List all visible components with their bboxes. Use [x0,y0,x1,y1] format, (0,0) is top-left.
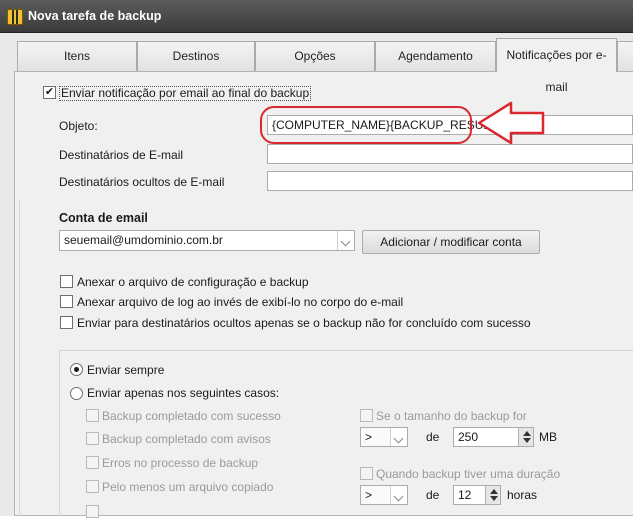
annotation-oval [260,106,472,144]
window-title: Nova tarefa de backup [28,9,162,23]
spin-up-icon[interactable] [523,431,531,436]
case-errors-label: Erros no processo de backup [102,456,259,470]
notify-label: Enviar notificação por email ao final do… [59,86,312,101]
case-warnings-label: Backup completado com avisos [102,432,271,446]
duration-operator-select[interactable]: > [360,485,408,505]
tab-notificacoes[interactable]: Notificações por e-mail [496,38,617,94]
send-always-label: Enviar sempre [87,363,165,377]
annotation-arrow-icon [477,101,545,145]
bcc-on-failure-checkbox[interactable] [60,316,73,329]
add-account-button[interactable]: Adicionar / modificar conta [362,230,540,254]
attach-log-label: Anexar arquivo de log ao invés de exibí-… [77,295,404,309]
tab-agendamento[interactable]: Agendamento [375,41,496,71]
tab-opcoes[interactable]: Opções [255,41,375,71]
size-value: 250 [458,430,479,444]
app-icon [7,9,23,25]
case-copied-checkbox[interactable] [86,480,99,493]
chevron-down-icon[interactable] [390,428,407,446]
chevron-down-icon[interactable] [337,231,354,250]
attach-log-checkbox[interactable] [60,295,73,308]
size-de-label: de [426,430,440,444]
tab-destinos[interactable]: Destinos [137,41,255,71]
send-cases-label: Enviar apenas nos seguintes casos: [87,386,280,400]
account-select-value: seuemail@umdominio.com.br [64,233,223,247]
send-cases-radio[interactable] [70,387,83,400]
send-always-radio[interactable] [70,363,83,376]
account-heading: Conta de email [59,211,148,225]
spin-down-icon[interactable] [490,496,498,501]
bcc-on-failure-label: Enviar para destinatários ocultos apenas… [77,316,531,330]
tab-itens[interactable]: Itens [17,41,137,71]
bcc-label: Destinatários ocultos de E-mail [59,175,225,189]
attach-config-checkbox[interactable] [60,275,73,288]
case-copied-label: Pelo menos um arquivo copiado [102,480,274,494]
subject-label: Objeto: [59,119,98,133]
size-condition-checkbox[interactable] [360,409,373,422]
spinner-buttons[interactable] [485,486,500,504]
recipients-input[interactable] [267,144,633,164]
recipients-label: Destinatários de E-mail [59,148,184,162]
duration-value-spinner[interactable]: 12 [453,485,501,505]
attach-config-label: Anexar o arquivo de configuração e backu… [77,275,309,289]
size-condition-label: Se o tamanho do backup for [376,409,527,423]
case-errors-checkbox[interactable] [86,456,99,469]
spin-up-icon[interactable] [490,489,498,494]
account-select[interactable]: seuemail@umdominio.com.br [59,230,355,251]
duration-operator-value: > [365,488,373,502]
spin-down-icon[interactable] [523,438,531,443]
chevron-down-icon[interactable] [390,486,407,504]
duration-de-label: de [426,488,440,502]
size-value-spinner[interactable]: 250 [453,427,534,447]
spinner-buttons[interactable] [518,428,533,446]
duration-value: 12 [458,488,472,502]
size-operator-value: > [365,430,373,444]
send-mode-group-left-border [59,350,60,516]
duration-unit-label: horas [507,488,538,502]
group-border [19,201,20,516]
title-bar: Nova tarefa de backup [0,0,633,33]
size-operator-select[interactable]: > [360,427,408,447]
bcc-input[interactable] [267,171,633,191]
duration-condition-checkbox[interactable] [360,467,373,480]
send-mode-group-border [59,350,633,351]
case-success-label: Backup completado com sucesso [102,409,281,423]
tab-overflow [617,41,633,71]
case-partial-checkbox[interactable] [86,505,99,518]
case-warnings-checkbox[interactable] [86,432,99,445]
duration-condition-label: Quando backup tiver uma duração [376,467,561,481]
case-success-checkbox[interactable] [86,409,99,422]
size-unit-label: MB [539,430,557,444]
notify-checkbox[interactable]: ✔ [43,86,56,99]
